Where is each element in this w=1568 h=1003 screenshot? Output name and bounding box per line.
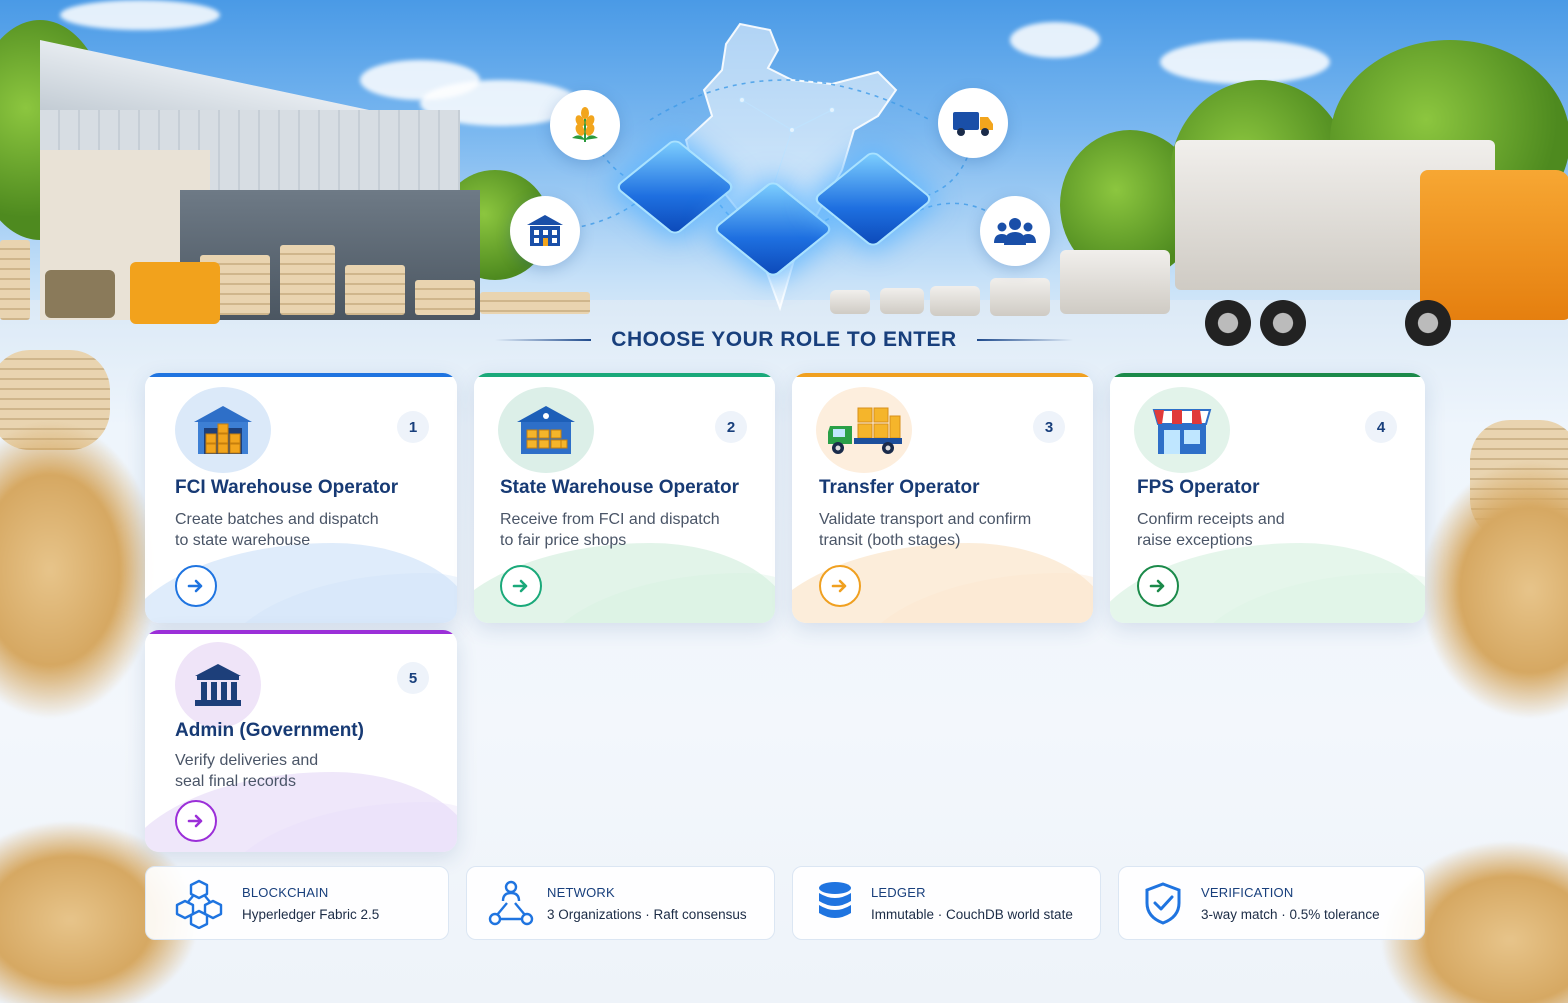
heading-divider-left — [495, 339, 592, 341]
info-text: VERIFICATION 3-way match · 0.5% toleranc… — [1201, 885, 1380, 922]
role-description-line-2: transit (both stages) — [819, 532, 961, 549]
database-icon — [807, 881, 863, 925]
info-text: BLOCKCHAIN Hyperledger Fabric 2.5 — [242, 885, 379, 922]
role-number-badge: 4 — [1365, 411, 1397, 443]
role-description: Verify deliveries and seal final records — [175, 750, 415, 792]
info-text: LEDGER Immutable · CouchDB world state — [871, 885, 1073, 922]
blockchain-icon — [166, 877, 232, 929]
info-value: Immutable · CouchDB world state — [871, 906, 1073, 922]
government-building-icon — [175, 642, 261, 728]
heading-row: CHOOSE YOUR ROLE TO ENTER — [0, 328, 1568, 352]
role-title: Admin (Government) — [175, 720, 364, 741]
role-description-line-2: to fair price shops — [500, 532, 627, 549]
info-key: NETWORK — [547, 884, 615, 900]
state-warehouse-icon — [498, 387, 594, 473]
enter-admin-button[interactable] — [175, 800, 217, 842]
arrow-right-icon — [187, 579, 203, 593]
info-value: Hyperledger Fabric 2.5 — [242, 906, 380, 922]
role-title: FCI Warehouse Operator — [175, 477, 399, 498]
role-description-line-1: Confirm receipts and — [1137, 511, 1285, 528]
info-verification: VERIFICATION 3-way match · 0.5% toleranc… — [1118, 866, 1425, 940]
role-description-line-1: Receive from FCI and dispatch — [500, 511, 720, 528]
role-description-line-1: Create batches and dispatch — [175, 511, 379, 528]
info-value: 3-way match · 0.5% tolerance — [1201, 906, 1380, 922]
info-blockchain: BLOCKCHAIN Hyperledger Fabric 2.5 — [145, 866, 449, 940]
truck-icon — [816, 387, 912, 473]
info-key: BLOCKCHAIN — [242, 884, 329, 900]
arrow-right-icon — [512, 579, 528, 593]
role-card-transfer[interactable]: 3 Transfer Operator Validate transport a… — [792, 373, 1093, 623]
heading-divider-right — [976, 339, 1073, 341]
page-heading: CHOOSE YOUR ROLE TO ENTER — [611, 328, 957, 351]
role-description-line-2: raise exceptions — [1137, 532, 1253, 549]
role-description: Confirm receipts and raise exceptions — [1137, 509, 1377, 551]
truck-node-icon — [938, 88, 1008, 158]
role-number-badge: 2 — [715, 411, 747, 443]
network-icon — [481, 879, 541, 927]
enter-transfer-button[interactable] — [819, 565, 861, 607]
role-description-line-2: to state warehouse — [175, 532, 311, 549]
warehouse-icon — [175, 387, 271, 473]
role-description-line-2: seal final records — [175, 773, 296, 790]
info-ledger: LEDGER Immutable · CouchDB world state — [792, 866, 1101, 940]
wheat-node-icon — [550, 90, 620, 160]
arrow-right-icon — [831, 579, 847, 593]
role-title: FPS Operator — [1137, 477, 1260, 498]
enter-fci-warehouse-button[interactable] — [175, 565, 217, 607]
info-value: 3 Organizations · Raft consensus — [547, 906, 747, 922]
role-title: State Warehouse Operator — [500, 477, 739, 498]
arrow-right-icon — [187, 814, 203, 828]
role-number-badge: 3 — [1033, 411, 1065, 443]
info-text: NETWORK 3 Organizations · Raft consensus — [547, 885, 747, 922]
info-network: NETWORK 3 Organizations · Raft consensus — [466, 866, 775, 940]
role-card-fci-warehouse[interactable]: 1 FCI Warehouse Operator Create batches … — [145, 373, 457, 623]
role-card-fps[interactable]: 4 FPS Operator Confirm receipts and rais… — [1110, 373, 1425, 623]
role-card-state-warehouse[interactable]: 2 State Warehouse Operator Receive from … — [474, 373, 775, 623]
role-description-line-1: Validate transport and confirm — [819, 511, 1032, 528]
role-description: Validate transport and confirm transit (… — [819, 509, 1059, 551]
truck-cab — [1420, 170, 1568, 320]
info-key: VERIFICATION — [1201, 884, 1294, 900]
enter-fps-button[interactable] — [1137, 565, 1179, 607]
role-number-badge: 1 — [397, 411, 429, 443]
shield-check-icon — [1135, 881, 1191, 925]
enter-state-warehouse-button[interactable] — [500, 565, 542, 607]
shop-icon — [1134, 387, 1230, 473]
role-description: Receive from FCI and dispatch to fair pr… — [500, 509, 740, 551]
role-title: Transfer Operator — [819, 477, 980, 498]
bank-node-icon — [510, 196, 580, 266]
role-description: Create batches and dispatch to state war… — [175, 509, 415, 551]
info-key: LEDGER — [871, 884, 926, 900]
role-description-line-1: Verify deliveries and — [175, 752, 319, 769]
role-card-admin[interactable]: 5 Admin (Government) Verify deliveries a… — [145, 630, 457, 852]
people-node-icon — [980, 196, 1050, 266]
arrow-right-icon — [1149, 579, 1165, 593]
role-number-badge: 5 — [397, 662, 429, 694]
